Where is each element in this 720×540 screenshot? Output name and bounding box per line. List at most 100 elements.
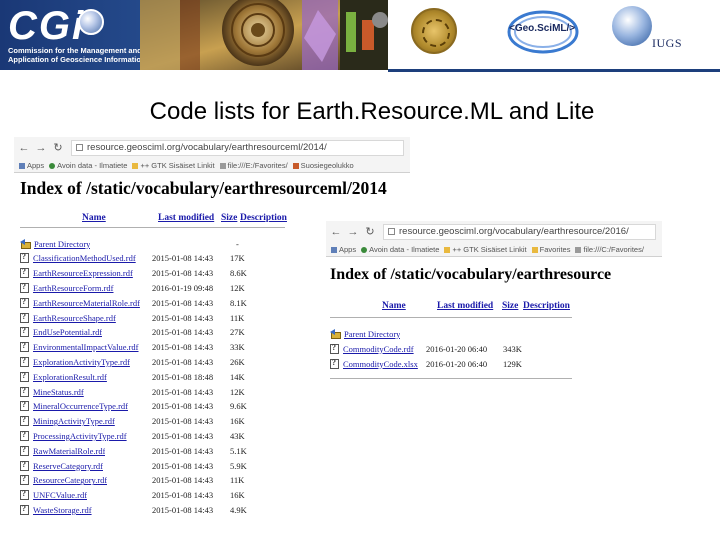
file-row[interactable]: ProcessingActivityType.rdf 2015-01-08 14:…: [20, 430, 290, 441]
apps-icon: [331, 246, 337, 253]
bookmark-item[interactable]: Apps: [331, 245, 356, 254]
column-name[interactable]: Name: [82, 213, 106, 223]
sub-icon: [292, 162, 299, 169]
file-row[interactable]: ResourceCategory.rdf 2015-01-08 14:43 11K: [20, 474, 290, 486]
bookmark-label: ++ GTK Sisäiset Linkit: [140, 161, 215, 170]
header-divider: [330, 317, 572, 318]
file-modified: 2015-01-08 14:43: [152, 504, 214, 515]
column-size[interactable]: Size: [502, 301, 518, 311]
file-size: 14K: [230, 371, 245, 382]
file-modified: 2016-01-19 09:48: [152, 282, 214, 293]
bookmark-item[interactable]: file:///C:/Favorites/: [575, 245, 644, 254]
column-description[interactable]: Description: [523, 301, 570, 311]
file-row[interactable]: WasteStorage.rdf 2015-01-08 14:43 4.9K: [20, 504, 290, 515]
url-field[interactable]: resource.geosciml.org/vocabulary/earthre…: [71, 140, 404, 156]
file-modified: 2015-01-08 14:43: [152, 460, 214, 471]
bookmarks-bar: Apps Avoin data - Ilmatiete ++ GTK Sisäise…: [14, 159, 410, 173]
parent-directory-icon: [330, 329, 341, 339]
file-row[interactable]: ClassificationMethodUsed.rdf 2015-01-08 1…: [20, 252, 290, 264]
bookmark-item[interactable]: Favorites: [531, 245, 570, 254]
file-link[interactable]: EarthResourceShape.rdf: [33, 313, 116, 323]
file-size: 12K: [230, 386, 245, 397]
file-row[interactable]: ReserveCategory.rdf 2015-01-08 14:43 5.9K: [20, 460, 290, 471]
file-size: 11K: [230, 475, 245, 486]
file-link[interactable]: CommodityCode.xlsx: [343, 359, 418, 369]
file-row[interactable]: EarthResourceForm.rdf 2016-01-19 09:48 12K: [20, 282, 290, 293]
file-link[interactable]: EarthResourceMaterialRole.rdf: [33, 298, 140, 308]
file-row[interactable]: UNFCValue.rdf 2015-01-08 14:43 16K: [20, 489, 290, 501]
column-description[interactable]: Description: [240, 213, 287, 223]
file-link[interactable]: ReserveCategory.rdf: [33, 461, 103, 471]
file-link[interactable]: RawMaterialRole.rdf: [33, 446, 105, 456]
url-field[interactable]: resource.geosciml.org/vocabulary/earthre…: [383, 224, 656, 240]
file-link[interactable]: ProcessingActivityType.rdf: [33, 431, 127, 441]
file-size: 5.9K: [230, 460, 247, 471]
file-link[interactable]: MiningActivityType.rdf: [33, 416, 115, 426]
file-row[interactable]: EarthResourceExpression.rdf 2015-01-08 14…: [20, 267, 290, 279]
file-row[interactable]: EnvironmentalImpactValue.rdf 2015-01-08 1…: [20, 341, 290, 353]
folder-icon: [132, 162, 139, 169]
banner-photo: [140, 0, 388, 70]
file-link[interactable]: WasteStorage.rdf: [33, 505, 92, 515]
file-link[interactable]: MineStatus.rdf: [33, 387, 84, 397]
file-row[interactable]: EarthResourceShape.rdf 2015-01-08 14:43 11…: [20, 312, 290, 323]
bookmark-item[interactable]: Avoin data - Ilmatiete: [361, 245, 439, 254]
unknown-file-icon: [20, 371, 29, 382]
bookmark-item[interactable]: Apps: [19, 161, 44, 170]
file-link[interactable]: ExplorationActivityType.rdf: [33, 357, 130, 367]
forward-arrow-icon[interactable]: →: [34, 141, 48, 155]
unknown-file-icon: [20, 400, 29, 412]
file-row[interactable]: EndUsePotential.rdf 2015-01-08 14:43 27K: [20, 326, 290, 338]
parent-directory-row[interactable]: Parent Directory -: [20, 238, 290, 249]
unknown-file-icon: [20, 356, 29, 367]
cgi-subtitle: Commission for the Management and Applic…: [8, 46, 146, 64]
page-info-icon: [388, 227, 395, 235]
file-link[interactable]: ResourceCategory.rdf: [33, 475, 107, 485]
file-link[interactable]: CommodityCode.rdf: [343, 344, 414, 354]
parent-directory-row[interactable]: Parent Directory: [330, 328, 580, 339]
parent-directory-link[interactable]: Parent Directory: [344, 329, 400, 339]
file-size: 33K: [230, 342, 245, 353]
back-arrow-icon[interactable]: ←: [329, 225, 343, 239]
bookmark-item[interactable]: ++ GTK Sisäiset Linkit: [444, 245, 527, 254]
iugs-globe-icon: [612, 6, 652, 46]
file-modified: 2015-01-08 14:43: [152, 312, 214, 323]
column-last-modified[interactable]: Last modified: [437, 301, 493, 311]
file-row[interactable]: MineStatus.rdf 2015-01-08 14:43 12K: [20, 386, 290, 397]
file-row[interactable]: MiningActivityType.rdf 2015-01-08 14:43 16…: [20, 415, 290, 427]
file-link[interactable]: EnvironmentalImpactValue.rdf: [33, 342, 139, 352]
file-link[interactable]: ExplorationResult.rdf: [33, 372, 107, 382]
file-row[interactable]: MineralOccurrenceType.rdf 2015-01-08 14:4…: [20, 400, 290, 412]
file-row[interactable]: CommodityCode.xlsx 2016-01-20 06:40 129K: [330, 358, 580, 369]
file-row[interactable]: EarthResourceMaterialRole.rdf 2015-01-08 …: [20, 297, 290, 308]
avoin-icon: [49, 162, 56, 169]
page-info-icon: [76, 143, 83, 151]
file-link[interactable]: EndUsePotential.rdf: [33, 327, 102, 337]
column-last-modified[interactable]: Last modified: [158, 213, 214, 223]
file-link[interactable]: UNFCValue.rdf: [33, 490, 87, 500]
bookmark-item[interactable]: ++ GTK Sisäiset Linkit: [132, 161, 215, 170]
bookmark-item[interactable]: file:///E:/Favorites/: [219, 161, 288, 170]
file-link[interactable]: ClassificationMethodUsed.rdf: [33, 253, 136, 263]
file-modified: 2015-01-08 14:43: [152, 253, 214, 264]
parent-directory-link[interactable]: Parent Directory: [34, 239, 90, 249]
file-row[interactable]: ExplorationResult.rdf 2015-01-08 18:48 14K: [20, 371, 290, 382]
file-row[interactable]: ExplorationActivityType.rdf 2015-01-08 14…: [20, 356, 290, 367]
reload-icon[interactable]: ↻: [51, 141, 65, 155]
browser-screenshot-2016: ← → ↻ resource.geosciml.org/vocabulary/e…: [326, 221, 662, 381]
file-size: -: [236, 238, 239, 249]
forward-arrow-icon[interactable]: →: [346, 225, 360, 239]
bookmark-item[interactable]: Suosiegeolukko: [292, 161, 354, 170]
column-size[interactable]: Size: [221, 213, 237, 223]
file-link[interactable]: EarthResourceForm.rdf: [33, 283, 114, 293]
file-row[interactable]: CommodityCode.rdf 2016-01-20 06:40 343K: [330, 343, 580, 354]
iugs-logo: IUGS: [652, 36, 683, 50]
file-link[interactable]: MineralOccurrenceType.rdf: [33, 401, 128, 411]
bookmark-item[interactable]: Avoin data - Ilmatiete: [49, 161, 127, 170]
file-icon: [219, 162, 226, 169]
reload-icon[interactable]: ↻: [363, 225, 377, 239]
file-link[interactable]: EarthResourceExpression.rdf: [33, 268, 133, 278]
file-row[interactable]: RawMaterialRole.rdf 2015-01-08 14:43 5.1K: [20, 445, 290, 456]
back-arrow-icon[interactable]: ←: [17, 141, 31, 155]
column-name[interactable]: Name: [382, 301, 406, 311]
